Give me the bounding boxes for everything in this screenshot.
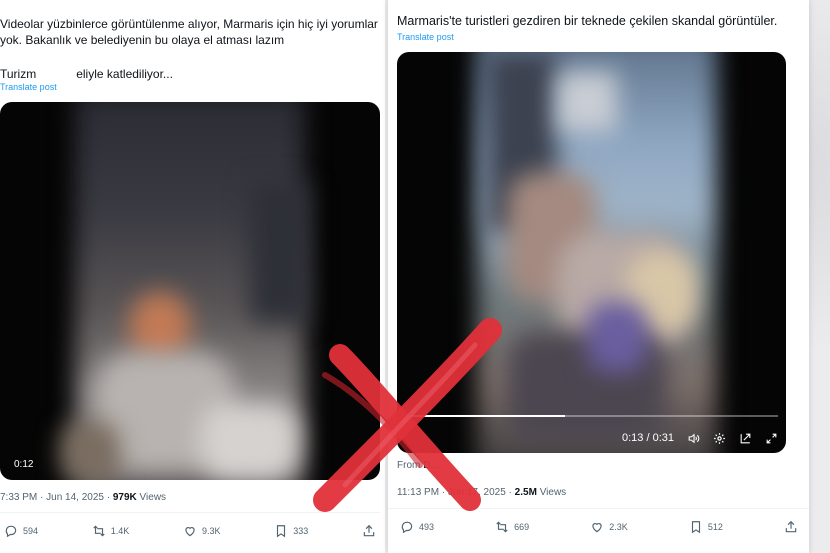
tweet-text-part-b: eliyle katlediliyor...	[76, 67, 173, 81]
bookmark-button[interactable]: 333	[274, 524, 308, 538]
like-icon	[185, 527, 195, 537]
like-count: 2.3K	[609, 522, 628, 532]
volume-icon[interactable]	[686, 431, 700, 445]
like-button[interactable]: 9.3K	[183, 524, 221, 538]
tweet-text-second-line: Turizm eliyle katlediliyor...	[0, 66, 380, 82]
settings-icon[interactable]	[712, 431, 726, 445]
reply-button[interactable]: 594	[4, 524, 38, 538]
popout-icon[interactable]	[738, 431, 752, 445]
share-icon	[363, 524, 375, 537]
timestamp[interactable]: 7:33 PM · Jun 14, 2025 ·	[0, 492, 110, 503]
tweet-meta: 7:33 PM · Jun 14, 2025 · 979K Views	[0, 492, 166, 503]
right-tweet-card: Marmaris'te turistleri gezdiren bir tekn…	[388, 0, 809, 553]
fullscreen-icon[interactable]	[764, 431, 778, 445]
bookmark-icon	[691, 521, 700, 534]
repost-button[interactable]: 1.4K	[92, 524, 130, 538]
from-source[interactable]: D...	[423, 460, 439, 471]
video-player[interactable]: 0:13 / 0:31	[397, 52, 786, 453]
like-button[interactable]: 2.3K	[590, 520, 628, 534]
translate-post-link[interactable]: Translate post	[0, 82, 57, 92]
divider	[0, 512, 380, 513]
tweet-text-part-a: Turizm	[0, 67, 37, 81]
views-count: 979K	[112, 492, 137, 503]
tweet-text: Marmaris'te turistleri gezdiren bir tekn…	[397, 14, 778, 28]
bookmark-count: 512	[707, 522, 723, 532]
translate-post-link[interactable]: Translate post	[397, 32, 454, 42]
tweet-actions: 493 669 2.3K 512	[400, 520, 798, 534]
views-count: 2.5M	[514, 487, 537, 498]
repost-icon	[93, 525, 105, 537]
left-tweet-card: Videolar yüzbinlerce görüntülenme alıyor…	[0, 0, 385, 553]
video-controls: 0:13 / 0:31	[622, 431, 778, 445]
from-label: From	[397, 460, 421, 471]
views-label: Views	[139, 492, 167, 503]
views-label: Views	[539, 487, 567, 498]
divider	[388, 508, 809, 509]
video-time: 0:13 / 0:31	[622, 432, 674, 444]
from-attribution: From D...	[397, 460, 439, 471]
bookmark-count: 333	[293, 526, 309, 536]
share-button[interactable]	[362, 524, 376, 538]
bookmark-icon	[277, 525, 286, 538]
repost-button[interactable]: 669	[495, 520, 529, 534]
reply-count: 594	[23, 526, 39, 536]
repost-count: 669	[514, 522, 530, 532]
video-progress-bar[interactable]	[411, 415, 778, 417]
share-icon	[785, 520, 797, 533]
reply-icon	[5, 525, 17, 538]
repost-icon	[496, 521, 508, 533]
repost-count: 1.4K	[110, 526, 130, 536]
timestamp[interactable]: 11:13 PM · Jun 17, 2025 ·	[397, 487, 512, 498]
video-progress-fill	[411, 415, 566, 417]
like-icon	[592, 523, 602, 533]
video-time: 0:12	[14, 459, 34, 470]
share-button[interactable]	[784, 520, 798, 534]
reply-button[interactable]: 493	[400, 520, 434, 534]
tweet-meta: 11:13 PM · Jun 17, 2025 · 2.5M Views	[397, 487, 566, 498]
bookmark-button[interactable]: 512	[689, 520, 723, 534]
tweet-actions: 594 1.4K 9.3K 333	[4, 524, 376, 538]
reply-icon	[401, 521, 413, 534]
like-count: 9.3K	[201, 526, 221, 536]
reply-count: 493	[419, 522, 435, 532]
video-player[interactable]: 0:12	[0, 102, 380, 480]
tweet-text: Videolar yüzbinlerce görüntülenme alıyor…	[0, 17, 378, 47]
